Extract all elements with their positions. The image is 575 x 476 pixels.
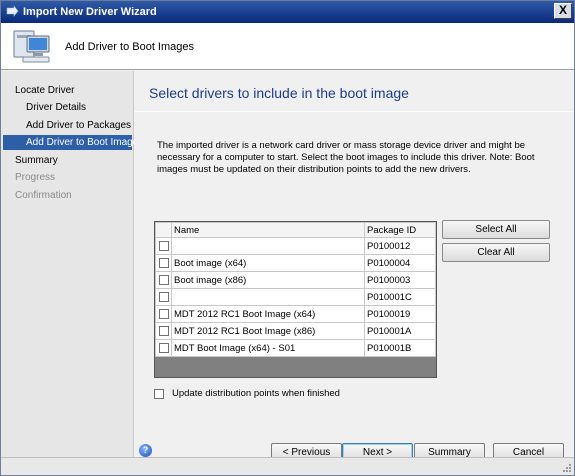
select-all-button[interactable]: Select All — [442, 220, 550, 239]
update-dp-checkbox[interactable] — [154, 388, 164, 399]
row-checkbox[interactable] — [158, 291, 169, 302]
title-bar[interactable]: Import New Driver Wizard X — [1, 1, 574, 23]
resize-grip-icon[interactable] — [560, 461, 572, 473]
row-checkbox[interactable] — [158, 240, 169, 251]
wizard-arrow-icon — [5, 5, 19, 19]
row-checkbox[interactable] — [158, 342, 169, 353]
update-dp-option[interactable]: Update distribution points when finished — [154, 388, 340, 399]
row-package-id: P0100019 — [364, 305, 436, 323]
column-header-name[interactable]: Name — [171, 222, 365, 238]
wizard-window: Import New Driver Wizard X Add Driver to… — [0, 0, 575, 476]
table-row[interactable]: Boot image (x64) P0100004 — [155, 254, 436, 272]
wizard-nav: Locate Driver Driver Details Add Driver … — [1, 71, 143, 457]
row-name — [171, 288, 365, 306]
nav-item-summary[interactable]: Summary — [3, 153, 132, 168]
description-text: The imported driver is a network card dr… — [157, 140, 535, 175]
row-checkbox[interactable] — [158, 274, 169, 285]
row-package-id: P010001A — [364, 322, 436, 340]
row-checkbox[interactable] — [158, 325, 169, 336]
row-checkbox[interactable] — [158, 257, 169, 268]
wizard-header: Add Driver to Boot Images — [1, 23, 574, 70]
row-name — [171, 237, 365, 255]
table-row[interactable]: MDT 2012 RC1 Boot Image (x64) P0100019 — [155, 305, 436, 323]
row-checkbox[interactable] — [158, 308, 169, 319]
row-package-id: P0100004 — [364, 254, 436, 272]
row-name: MDT 2012 RC1 Boot Image (x64) — [171, 305, 365, 323]
help-icon[interactable]: ? — [139, 444, 152, 457]
boot-image-grid[interactable]: Name Package ID P0100012 Boot image (x64… — [154, 221, 437, 378]
close-button[interactable]: X — [554, 3, 572, 19]
header-checkbox-cell — [155, 222, 172, 238]
grid-header-row: Name Package ID — [155, 222, 436, 238]
nav-item-confirmation: Confirmation — [15, 190, 72, 201]
heading-divider — [135, 111, 574, 112]
table-row[interactable]: P0100012 — [155, 237, 436, 255]
update-dp-label: Update distribution points when finished — [172, 388, 340, 399]
status-bar — [1, 457, 574, 475]
row-name: Boot image (x64) — [171, 254, 365, 272]
row-package-id: P0100012 — [364, 237, 436, 255]
table-row[interactable]: MDT Boot Image (x64) - S01 P010001B — [155, 339, 436, 357]
nav-item-driver-details[interactable]: Driver Details — [3, 100, 132, 115]
window-title: Import New Driver Wizard — [23, 6, 157, 18]
row-package-id: P010001C — [364, 288, 436, 306]
computer-icon — [9, 27, 53, 65]
row-name: MDT 2012 RC1 Boot Image (x86) — [171, 322, 365, 340]
row-package-id: P010001B — [364, 339, 436, 357]
nav-item-add-driver-to-boot-images[interactable]: Add Driver to Boot Images — [3, 135, 143, 150]
header-title: Add Driver to Boot Images — [65, 41, 195, 53]
table-row[interactable]: MDT 2012 RC1 Boot Image (x86) P010001A — [155, 322, 436, 340]
nav-item-progress: Progress — [15, 172, 56, 183]
column-header-package-id[interactable]: Package ID — [364, 222, 436, 238]
page-heading: Select drivers to include in the boot im… — [149, 85, 409, 101]
nav-item-add-driver-to-packages[interactable]: Add Driver to Packages — [3, 118, 132, 133]
row-name: MDT Boot Image (x64) - S01 — [171, 339, 365, 357]
table-row[interactable]: Boot image (x86) P0100003 — [155, 271, 436, 289]
row-name: Boot image (x86) — [171, 271, 365, 289]
nav-item-locate-driver[interactable]: Locate Driver — [3, 83, 132, 98]
table-row[interactable]: P010001C — [155, 288, 436, 306]
row-package-id: P0100003 — [364, 271, 436, 289]
clear-all-button[interactable]: Clear All — [442, 243, 550, 262]
